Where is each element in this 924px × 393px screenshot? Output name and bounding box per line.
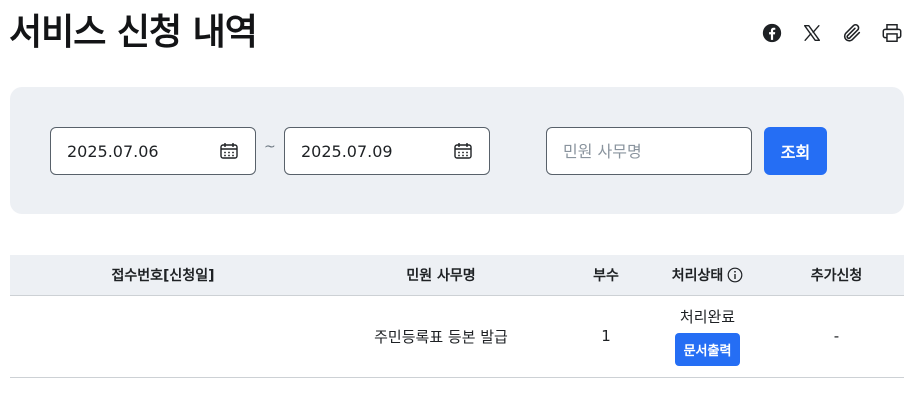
- search-panel: 2025.07.06 ~ 2025.07.09 조회: [10, 87, 904, 214]
- result-table: 접수번호[신청일] 민원 사무명 부수 처리상태 추가신청 주민등록표 등본 발…: [10, 255, 904, 378]
- calendar-icon[interactable]: [453, 141, 473, 161]
- date-to-value: 2025.07.09: [301, 141, 393, 161]
- search-button[interactable]: 조회: [764, 127, 827, 175]
- page-title: 서비스 신청 내역: [9, 12, 258, 53]
- date-from-value: 2025.07.06: [67, 141, 159, 161]
- cell-receipt: [10, 295, 316, 377]
- info-icon[interactable]: [727, 267, 743, 283]
- facebook-icon[interactable]: [760, 21, 784, 45]
- service-name-input[interactable]: [546, 127, 752, 175]
- cell-extra: -: [833, 327, 840, 345]
- share-toolbar: [760, 21, 904, 45]
- x-icon[interactable]: [800, 21, 824, 45]
- calendar-icon[interactable]: [219, 141, 239, 161]
- status-text: 처리완료: [679, 308, 736, 326]
- header-receipt: 접수번호[신청일]: [111, 267, 215, 284]
- cell-status: 처리완료 문서출력: [646, 295, 769, 377]
- header-copies: 부수: [593, 267, 619, 284]
- print-document-button[interactable]: 문서출력: [674, 333, 741, 366]
- table-header-row: 접수번호[신청일] 민원 사무명 부수 처리상태 추가신청: [10, 255, 904, 295]
- cell-copies: 1: [601, 327, 611, 345]
- table-row: 주민등록표 등본 발급 1 처리완료 문서출력 -: [10, 295, 904, 377]
- header-name: 민원 사무명: [406, 267, 476, 284]
- print-icon[interactable]: [880, 21, 904, 45]
- cell-name: 주민등록표 등본 발급: [374, 327, 508, 346]
- paperclip-icon[interactable]: [840, 21, 864, 45]
- header-extra: 추가신청: [810, 267, 863, 284]
- date-range-separator: ~: [264, 139, 276, 155]
- date-from-field[interactable]: 2025.07.06: [50, 127, 256, 175]
- header-status-label: 처리상태: [671, 267, 724, 284]
- date-to-field[interactable]: 2025.07.09: [284, 127, 490, 175]
- header-status: 처리상태: [646, 255, 769, 295]
